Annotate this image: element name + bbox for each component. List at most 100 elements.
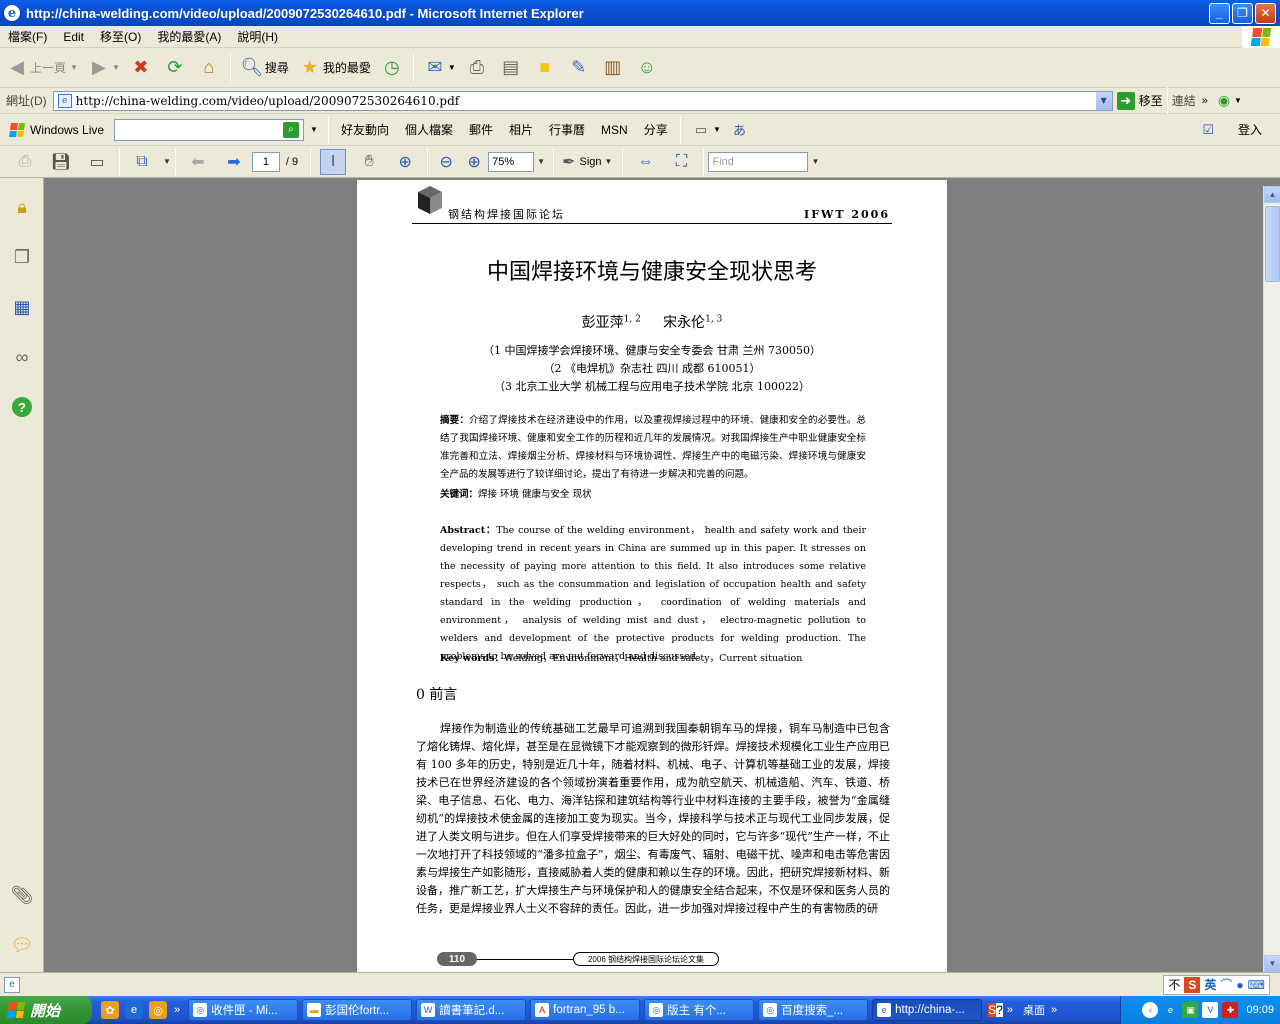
research-button[interactable]: ▥ [596,51,630,85]
forward-button[interactable]: ▶ ▼ [82,51,124,85]
hand-tool-icon[interactable]: ✋︎ [356,149,382,175]
lock-icon[interactable]: 🔒︎ [9,194,35,220]
search-button[interactable]: 🔍︎ 搜尋 [235,51,293,85]
ime-toolbar[interactable]: 不 S 英 ⌒ ● ⌨ [1163,974,1270,995]
sogou-ime-icon[interactable]: S [1184,976,1201,993]
ime-punctuation-icon[interactable]: ⌒ [1220,976,1232,993]
fit-width-icon[interactable]: ⇔ [632,149,658,175]
live-link-share[interactable]: 分享 [636,121,676,138]
minimize-button[interactable]: _ [1209,2,1230,24]
note-button[interactable]: ■ [528,51,562,85]
live-link-msn[interactable]: MSN [593,123,636,137]
pen-button[interactable]: ✎ [562,51,596,85]
menu-favorites[interactable]: 我的最愛(A) [149,28,229,45]
help-tray-icon[interactable]: ? [996,1003,1003,1017]
previous-page-icon[interactable]: ⬅ [185,149,211,175]
back-dropdown-icon[interactable]: ▼ [70,63,78,72]
menu-edit[interactable]: Edit [55,30,92,44]
translate-icon[interactable]: あ [733,120,746,139]
live-link-profile[interactable]: 個人檔案 [397,121,461,138]
ime-fullwidth-icon[interactable]: ● [1236,978,1243,992]
messenger-button[interactable]: ☺ [630,51,664,85]
task-browser-baidu[interactable]: ◎ 百度搜索_... [758,999,869,1021]
print-icon[interactable]: ⎙ [12,149,38,175]
edit-button[interactable]: ▤ [494,51,528,85]
comments-icon[interactable]: 💬︎ [9,932,35,958]
task-browser-forum[interactable]: ◎ 版主 有个... [644,999,755,1021]
links-button[interactable]: 連結 [1172,92,1196,109]
vertical-scrollbar[interactable]: ▲ ▼ [1263,186,1280,972]
sign-in-button[interactable]: 登入 [1238,121,1262,138]
start-button[interactable]: 開始 [0,996,92,1024]
address-dropdown-icon[interactable]: ▼ [1095,91,1112,110]
menu-file[interactable]: 檔案(F) [0,28,55,45]
desktop-toolbar[interactable]: 桌面 [1023,1002,1045,1018]
task-outlook[interactable]: ◎ 收件匣 - Mi... [188,999,299,1021]
addon-dropdown-icon[interactable]: ▼ [1234,96,1242,105]
live-link-calendar[interactable]: 行事曆 [541,121,593,138]
scroll-down-icon[interactable]: ▼ [1264,955,1280,972]
menu-go[interactable]: 移至(O) [92,28,149,45]
bookmarks-icon[interactable]: ▦ [9,294,35,320]
email-icon[interactable]: ▭ [84,149,110,175]
ie-quick-icon[interactable]: e [125,1001,143,1019]
print-button[interactable]: ⎙ [460,51,494,85]
find-dropdown-icon[interactable]: ▼ [811,157,819,166]
menu-help[interactable]: 說明(H) [229,28,286,45]
go-button[interactable]: ➜ 移至 [1116,91,1163,110]
favorites-button[interactable]: ★ 我的最愛 [293,51,375,85]
maximize-button[interactable]: ❐ [1232,2,1253,24]
ime-keyboard-icon[interactable]: ⌨ [1248,978,1265,992]
refresh-button[interactable]: ⟳ [158,51,192,85]
task-word[interactable]: W 讀書筆記.d... [416,999,527,1021]
tray-ve-icon[interactable]: V [1202,1002,1219,1018]
live-link-mail[interactable]: 郵件 [461,121,501,138]
desktop-expand-icon[interactable]: » [1051,1004,1057,1016]
select-tool-icon[interactable]: I [320,148,347,175]
next-page-icon[interactable]: ➡ [221,149,247,175]
task-ie-active[interactable]: e http://china-... [872,999,983,1021]
binoculars-icon[interactable]: ∞ [9,344,35,370]
comment-tools-icon[interactable]: ⧉ [129,149,155,175]
home-button[interactable]: ⌂ [192,51,226,85]
tray-back-icon[interactable]: ‹ [1142,1002,1159,1018]
tray-network-icon[interactable]: ▣ [1182,1002,1199,1018]
back-button[interactable]: ◀ 上一頁 ▼ [0,51,82,85]
live-search-input[interactable]: ⌕ [114,118,305,141]
document-view[interactable]: 🔒︎ ❐ ▦ ∞ ? 📎︎ 💬︎ 钢结构焊接国际论坛 IFWT 2006 中国焊… [0,178,1280,972]
live-link-photos[interactable]: 相片 [501,121,541,138]
addon-icon[interactable]: ◉ [1218,92,1230,109]
messenger-quick-icon[interactable]: ✿ [101,1001,119,1019]
close-button[interactable]: ✕ [1255,2,1276,24]
links-expand-icon[interactable]: » [1202,95,1208,107]
sign-button[interactable]: ✒ Sign ▼ [558,152,612,172]
live-options-dropdown-icon[interactable]: ▼ [713,125,721,134]
save-icon[interactable]: 💾︎ [48,149,74,175]
live-search-icon[interactable]: ⌕ [283,121,300,138]
history-button[interactable]: ◷ [375,51,409,85]
zoom-tool-icon[interactable]: ⊕ [392,149,418,175]
pages-icon[interactable]: ❐ [9,244,35,270]
live-checkbox-icon[interactable]: ☑ [1202,122,1214,138]
comment-tools-dropdown-icon[interactable]: ▼ [163,157,171,166]
zoom-dropdown-icon[interactable]: ▼ [537,157,545,166]
address-input[interactable]: e http://china-welding.com/video/upload/… [52,90,1113,111]
task-pdf[interactable]: Afortran_95 b... [530,999,641,1021]
taskbar-expand-icon[interactable]: » [1007,1004,1013,1016]
page-number-input[interactable]: 1 [251,151,280,172]
forward-dropdown-icon[interactable]: ▼ [112,63,120,72]
windows-live-brand[interactable]: Windows Live [9,122,104,137]
mail-button[interactable]: ✉ ▼ [418,51,460,85]
title-bar[interactable]: e http://china-welding.com/video/upload/… [0,0,1280,26]
live-link-friends[interactable]: 好友動向 [333,121,397,138]
stop-button[interactable]: ✖ [124,51,158,85]
scroll-thumb[interactable] [1265,206,1280,282]
find-input[interactable]: Find [708,151,809,172]
scroll-up-icon[interactable]: ▲ [1264,186,1280,203]
zoom-in-icon[interactable]: ⊕ [465,149,483,175]
attachment-icon[interactable]: 📎︎ [9,882,35,908]
zoom-level-input[interactable]: 75% [488,151,535,172]
fit-page-icon[interactable]: ⛶ [668,149,694,175]
tray-ie-icon[interactable]: e [1162,1002,1178,1018]
zoom-out-icon[interactable]: ⊖ [437,149,455,175]
